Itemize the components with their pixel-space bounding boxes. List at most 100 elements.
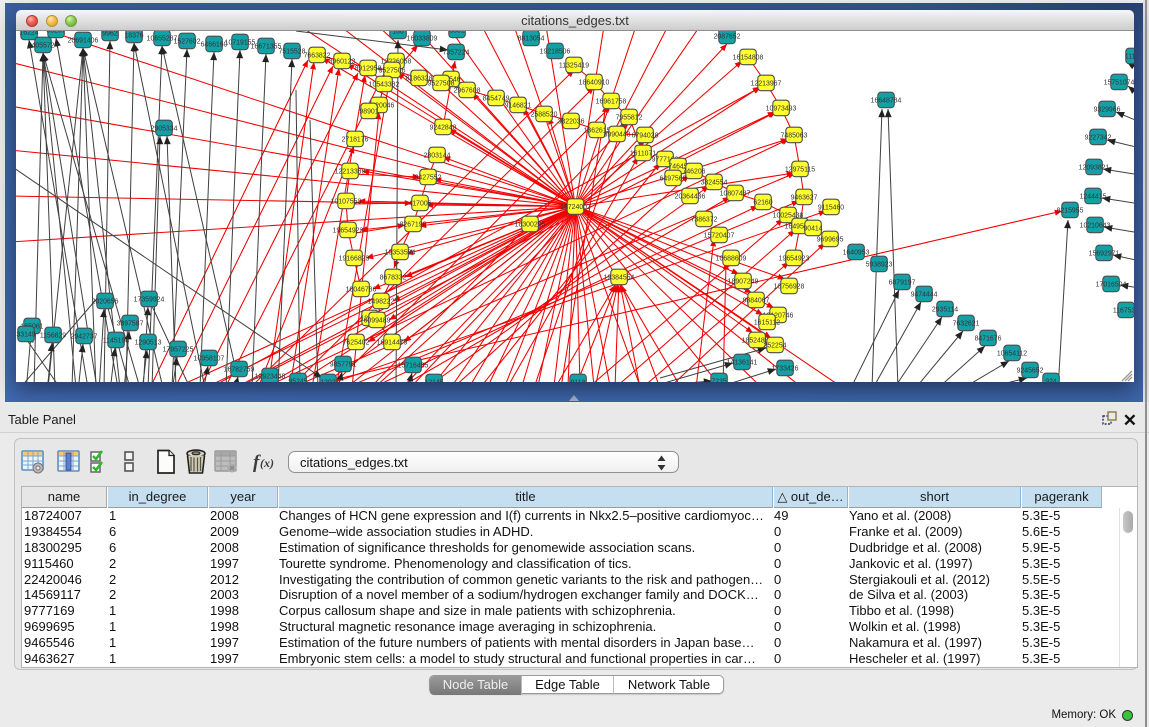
- svg-text:16033809: 16033809: [407, 35, 438, 42]
- svg-text:6794028: 6794028: [632, 132, 659, 139]
- svg-text:3397587: 3397587: [117, 320, 144, 327]
- svg-text:9227342: 9227342: [1085, 134, 1112, 141]
- svg-text:7357224: 7357224: [443, 49, 470, 56]
- svg-text:2588520: 2588520: [531, 111, 558, 118]
- svg-text:15692971: 15692971: [1089, 250, 1120, 257]
- svg-text:746206: 746206: [683, 168, 706, 175]
- svg-text:8215955: 8215955: [1057, 207, 1084, 214]
- svg-text:7625402: 7625402: [343, 339, 370, 346]
- svg-text:8531: 8531: [449, 31, 464, 34]
- svg-text:16914479: 16914479: [377, 339, 408, 346]
- svg-text:11123: 11123: [1125, 53, 1134, 60]
- svg-text:1290513: 1290513: [135, 339, 162, 346]
- svg-text:2718176: 2718176: [342, 136, 369, 143]
- svg-text:18640910: 18640910: [579, 79, 610, 86]
- svg-text:2905334: 2905334: [151, 125, 178, 132]
- svg-text:16782759: 16782759: [224, 366, 255, 373]
- svg-text:7386372: 7386372: [691, 216, 718, 223]
- svg-text:9474444: 9474444: [911, 291, 938, 298]
- svg-text:15751074: 15751074: [1104, 79, 1134, 86]
- svg-text:33149: 33149: [16, 331, 35, 338]
- svg-text:6879197: 6879197: [889, 279, 916, 286]
- svg-text:8427552: 8427552: [415, 174, 442, 181]
- svg-text:11325419: 11325419: [559, 62, 589, 69]
- svg-text:19218506: 19218506: [540, 48, 571, 55]
- svg-text:9146821: 9146821: [505, 102, 532, 109]
- svg-text:6466160: 6466160: [201, 41, 228, 48]
- svg-text:19654923: 19654923: [779, 255, 810, 262]
- svg-text:2087652: 2087652: [714, 33, 741, 40]
- svg-text:186: 186: [392, 31, 404, 35]
- svg-text:10756928: 10756928: [774, 283, 805, 290]
- svg-text:9527508: 9527508: [428, 80, 455, 87]
- svg-text:9699695: 9699695: [817, 236, 844, 243]
- svg-text:9118: 9118: [571, 379, 586, 382]
- svg-text:19166823: 19166823: [339, 255, 370, 262]
- svg-text:95245: 95245: [288, 378, 307, 382]
- svg-text:17359924: 17359924: [134, 296, 165, 303]
- svg-text:13353594: 13353594: [385, 249, 416, 256]
- svg-text:17016504: 17016504: [1096, 281, 1127, 288]
- svg-text:18724007: 18724007: [560, 204, 591, 211]
- svg-text:9857791: 9857791: [330, 361, 357, 368]
- svg-text:15720407: 15720407: [704, 232, 735, 239]
- svg-text:1615112: 1615112: [754, 319, 780, 326]
- svg-text:8813054: 8813054: [518, 35, 545, 42]
- svg-text:10958107: 10958107: [194, 355, 225, 362]
- svg-text:924: 924: [1045, 378, 1057, 382]
- svg-text:1498222: 1498222: [368, 298, 395, 305]
- svg-text:10543382: 10543382: [369, 81, 400, 88]
- svg-text:18300295: 18300295: [515, 221, 546, 228]
- svg-text:1527602: 1527602: [174, 38, 201, 45]
- svg-text:6099489: 6099489: [364, 317, 391, 324]
- svg-text:8454749: 8454749: [483, 95, 510, 102]
- svg-text:10107553: 10107553: [331, 198, 362, 205]
- svg-text:7632621: 7632621: [953, 320, 980, 327]
- svg-text:5938923: 5938923: [866, 261, 893, 268]
- svg-text:7485063: 7485063: [781, 132, 808, 139]
- svg-text:16671355: 16671355: [251, 43, 282, 50]
- svg-text:16961758: 16961758: [596, 98, 627, 105]
- svg-text:7235: 7235: [711, 378, 726, 382]
- svg-text:9962: 9962: [102, 31, 117, 37]
- svg-text:1640953: 1640953: [843, 249, 870, 256]
- svg-text:14136141: 14136141: [727, 359, 758, 366]
- svg-text:2942737: 2942737: [71, 333, 98, 340]
- svg-text:7515528: 7515528: [279, 48, 306, 55]
- svg-text:62160: 62160: [753, 199, 772, 206]
- svg-text:1156829: 1156829: [40, 332, 66, 339]
- svg-text:10046786: 10046786: [346, 286, 377, 293]
- svg-text:10654112: 10654112: [997, 350, 1027, 357]
- svg-text:98901: 98901: [359, 108, 378, 115]
- svg-text:10210643: 10210643: [1080, 222, 1111, 229]
- svg-text:19654923: 19654923: [333, 227, 364, 234]
- svg-text:3822036: 3822036: [558, 118, 585, 125]
- svg-text:8912958: 8912958: [355, 65, 382, 72]
- svg-text:17957225: 17957225: [163, 346, 194, 353]
- svg-text:12093821: 12093821: [1079, 164, 1110, 171]
- svg-text:9242848: 9242848: [430, 124, 457, 131]
- svg-text:18907249: 18907249: [728, 278, 759, 285]
- svg-text:1145194: 1145194: [103, 337, 129, 344]
- svg-text:3824554: 3824554: [701, 179, 728, 186]
- svg-text:1167533: 1167533: [1113, 307, 1134, 314]
- svg-text:417006: 417006: [409, 200, 432, 207]
- svg-text:9115460: 9115460: [818, 204, 844, 211]
- svg-text:8960123: 8960123: [329, 58, 356, 65]
- svg-text:18376: 18376: [124, 32, 143, 39]
- svg-text:252254: 252254: [764, 342, 787, 349]
- svg-text:90414: 90414: [803, 225, 822, 232]
- svg-text:1244415: 1244415: [1080, 193, 1107, 200]
- svg-text:12213389: 12213389: [335, 168, 366, 175]
- svg-text:12213967: 12213967: [751, 80, 782, 87]
- svg-text:14055724: 14055724: [28, 42, 59, 49]
- svg-text:9329966: 9329966: [1094, 106, 1121, 113]
- svg-text:7955812: 7955812: [616, 114, 643, 121]
- svg-text:10688609: 10688609: [716, 255, 747, 262]
- svg-text:7663822: 7663822: [304, 52, 331, 59]
- svg-text:(x): (x): [260, 456, 274, 470]
- svg-text:12975115: 12975115: [785, 166, 815, 173]
- svg-text:1733426: 1733426: [772, 365, 799, 372]
- svg-text:8678332: 8678332: [380, 274, 407, 281]
- svg-text:9884067: 9884067: [743, 297, 770, 304]
